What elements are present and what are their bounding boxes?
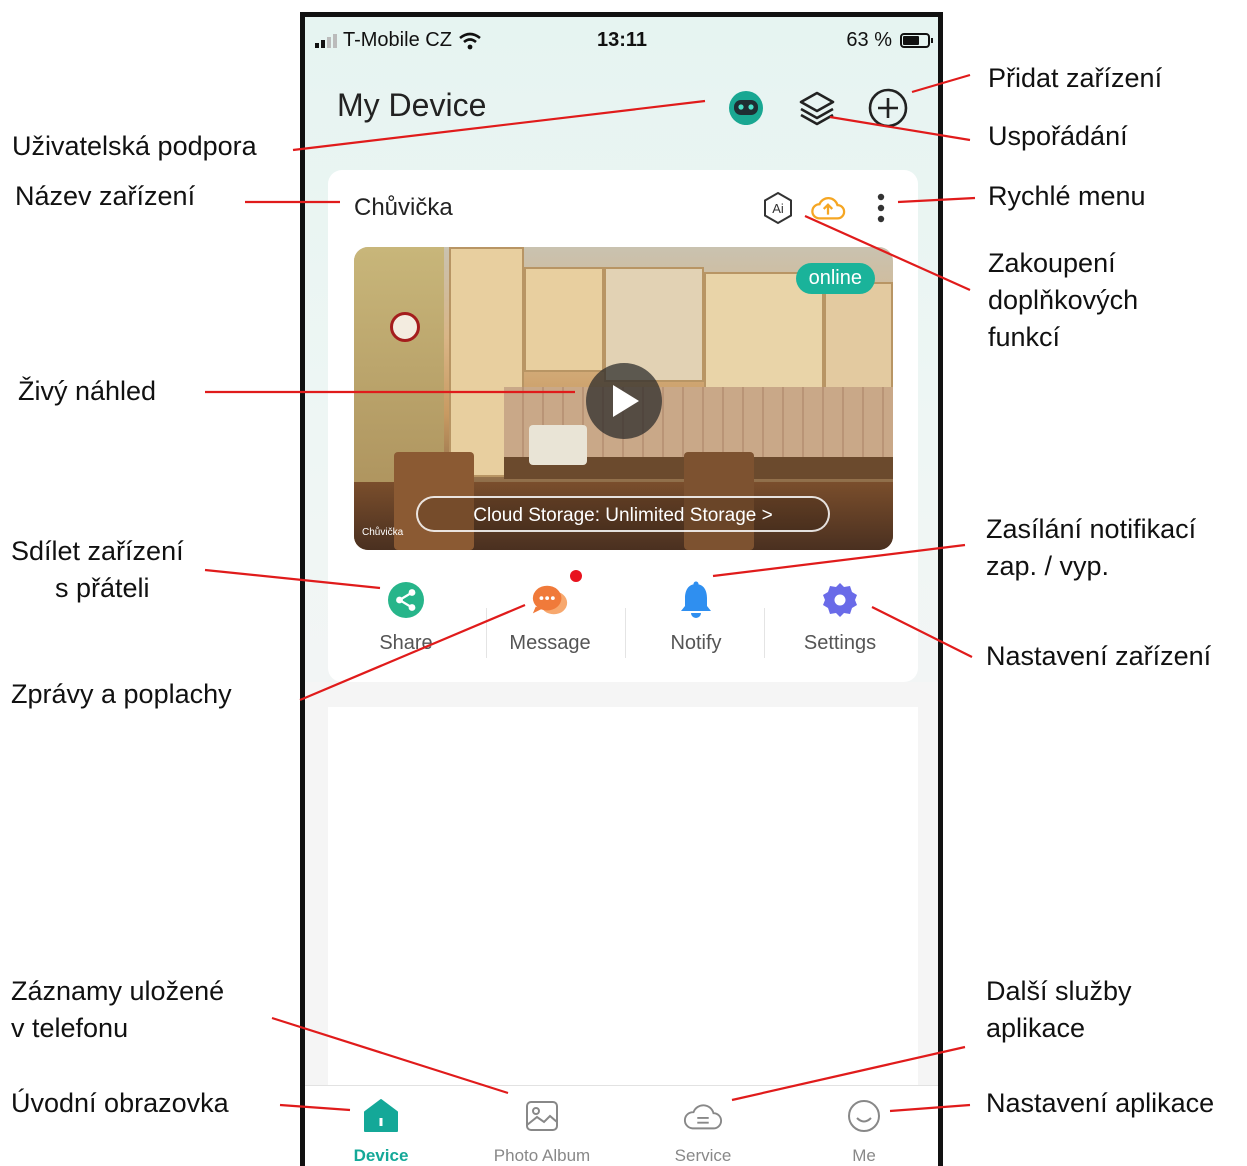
add-circle-icon[interactable] — [865, 85, 911, 131]
status-bar: T-Mobile CZ 13:11 63 % — [305, 29, 938, 57]
annotation-records: Záznamy uložené v telefonu — [11, 976, 225, 1043]
empty-device-area — [328, 707, 918, 1147]
notify-label: Notify — [670, 632, 722, 654]
cloud-storage-banner[interactable]: Cloud Storage: Unlimited Storage > — [416, 496, 830, 532]
device-name[interactable]: Chůvička — [354, 194, 453, 222]
home-icon — [364, 1099, 398, 1132]
share-button[interactable]: Share — [336, 580, 476, 670]
annotation-quick-menu: Rychlé menu — [988, 181, 1146, 211]
notify-button[interactable]: Notify — [626, 580, 766, 670]
share-icon — [388, 582, 424, 618]
annotation-services: Další služby aplikace — [986, 976, 1132, 1043]
ai-icon[interactable]: Ai — [760, 190, 796, 226]
device-actions: Share Message Notify Settings — [328, 570, 918, 670]
live-preview[interactable]: online Cloud Storage: Unlimited Storage … — [354, 247, 893, 550]
smile-icon — [848, 1100, 880, 1132]
cloud-upload-icon[interactable] — [810, 190, 846, 226]
play-button[interactable] — [586, 363, 662, 439]
annotation-arrange: Uspořádání — [988, 121, 1128, 151]
online-badge: online — [795, 263, 875, 294]
device-card: Chůvička Ai online Cloud Storage: Unlimi… — [328, 170, 918, 682]
bell-icon — [681, 581, 711, 618]
wall-clock — [390, 312, 420, 342]
annotation-home-screen: Úvodní obrazovka — [11, 1088, 229, 1118]
unread-dot — [570, 570, 582, 582]
annotation-device-name: Název zařízení — [15, 181, 196, 211]
photo-icon — [526, 1101, 558, 1131]
annotation-share: Sdílet zařízení s přáteli — [11, 536, 184, 603]
annotation-app-settings: Nastavení aplikace — [986, 1088, 1215, 1118]
tab-me-label: Me — [852, 1146, 876, 1165]
service-icon — [683, 1104, 722, 1130]
tab-device-label: Device — [353, 1146, 409, 1165]
svg-text:Ai: Ai — [772, 201, 784, 216]
share-label: Share — [379, 632, 433, 654]
play-icon — [613, 385, 639, 417]
annotation-support: Uživatelská podpora — [12, 131, 257, 161]
tab-device[interactable]: Device — [321, 1096, 441, 1166]
tab-photo-album-label: Photo Album — [493, 1146, 591, 1165]
page-title: My Device — [337, 87, 487, 123]
annotation-messages: Zprávy a poplachy — [11, 679, 232, 709]
tab-service[interactable]: Service — [643, 1096, 763, 1166]
clock: 13:11 — [597, 29, 648, 51]
microwave — [529, 425, 587, 465]
phone-screen: T-Mobile CZ 13:11 63 % My Device Chůvičk… — [300, 12, 943, 1166]
support-bot-icon[interactable] — [723, 85, 769, 131]
more-menu-icon[interactable] — [863, 190, 899, 226]
carrier-name: T-Mobile CZ — [343, 29, 452, 51]
signal-icon — [315, 33, 337, 48]
tab-service-label: Service — [674, 1146, 732, 1165]
annotation-purchase: Zakoupení doplňkových funkcí — [988, 248, 1139, 352]
annotation-live-preview: Živý náhled — [18, 376, 157, 406]
annotation-device-settings: Nastavení zařízení — [986, 641, 1212, 671]
battery-percent: 63 % — [846, 29, 892, 51]
annotation-add-device: Přidat zařízení — [988, 63, 1163, 93]
message-button[interactable]: Message — [480, 570, 620, 670]
settings-label: Settings — [803, 632, 877, 654]
tab-photo-album[interactable]: Photo Album — [482, 1096, 602, 1166]
tab-me[interactable]: Me — [804, 1096, 924, 1166]
gear-icon — [823, 583, 857, 617]
bottom-tab-bar: Device Photo Album Service Me — [305, 1085, 938, 1166]
video-watermark: Chůvička — [362, 527, 404, 538]
message-icon — [532, 585, 568, 615]
message-label: Message — [509, 632, 591, 654]
settings-button[interactable]: Settings — [770, 580, 910, 670]
annotation-notify: Zasílání notifikací zap. / vyp. — [986, 514, 1197, 581]
battery-icon — [900, 33, 933, 48]
layers-icon[interactable] — [794, 85, 840, 131]
wifi-icon — [459, 32, 481, 49]
